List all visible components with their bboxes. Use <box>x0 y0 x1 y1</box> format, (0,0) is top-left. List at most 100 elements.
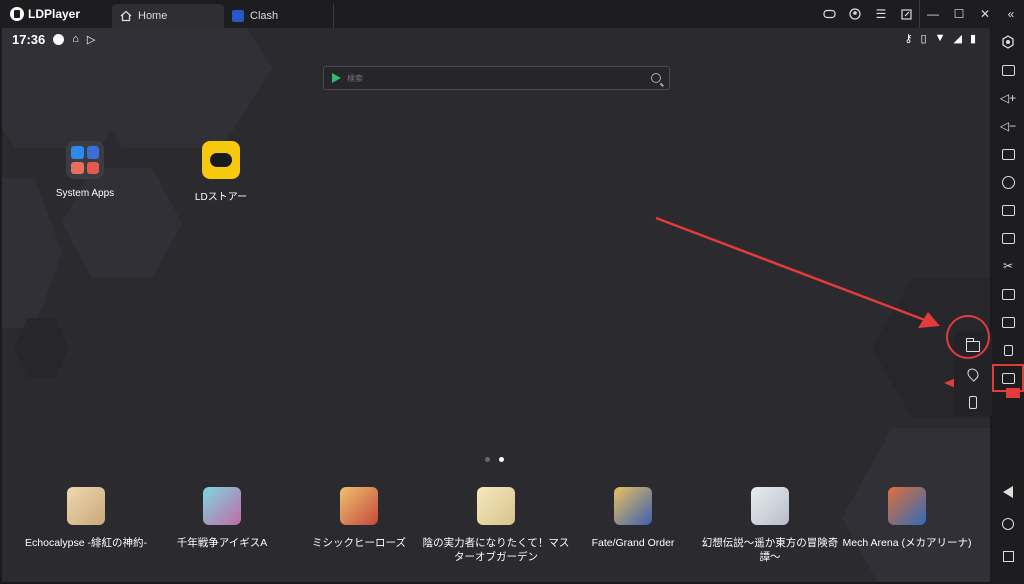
status-bar: 17:36 ⌂ ▷ ⚷ ▯ ▼ ◢ ▮ <box>2 28 990 50</box>
app-name: LDPlayer <box>28 7 81 21</box>
browser-mini-icon <box>86 146 99 159</box>
battery-icon: ▮ <box>969 33 976 45</box>
volume-down-icon: ◁− <box>999 119 1017 133</box>
scissors-button[interactable]: ✂ <box>992 252 1024 280</box>
minimize-icon[interactable]: — <box>920 0 946 28</box>
tab-label: Home <box>138 10 168 22</box>
app-icon <box>888 487 926 525</box>
tab-clash[interactable]: Clash <box>224 4 334 28</box>
dock-app-eminence-in-shadow[interactable]: 陰の実力者になりたくて！マスターオブガーデン <box>421 487 571 564</box>
dock-app-mythic-heroes[interactable]: ミシックヒーローズ <box>284 487 434 550</box>
volume-down-button[interactable]: ◁− <box>992 112 1024 140</box>
app-icon <box>203 487 241 525</box>
volume-up-button[interactable]: ◁+ <box>992 84 1024 112</box>
gamepad-icon[interactable] <box>816 0 842 28</box>
ld-store-icon <box>202 141 240 179</box>
more-icon <box>1001 372 1015 384</box>
recents-icon <box>1002 550 1014 562</box>
page-dot-active[interactable] <box>499 457 504 462</box>
menu-icon[interactable]: ☰ <box>868 0 894 28</box>
annotation-circle <box>946 315 990 359</box>
app-logo: LDPlayer <box>0 7 112 21</box>
desktop-app-system-apps[interactable]: System Apps <box>40 141 130 199</box>
key-icon: ⚷ <box>904 33 913 45</box>
recents-button[interactable] <box>992 542 1024 570</box>
tab-home[interactable]: Home <box>112 4 224 28</box>
vibrate-icon: ▯ <box>920 33 927 45</box>
volume-up-icon: ◁+ <box>999 91 1017 105</box>
dock-app-echocalypse[interactable]: Echocalypse -緋紅の神約- <box>11 487 161 550</box>
scissors-icon: ✂ <box>1002 259 1014 273</box>
dot-icon <box>53 33 65 45</box>
app-icon <box>340 487 378 525</box>
double-chevron-left-icon[interactable]: « <box>998 0 1024 28</box>
back-button[interactable] <box>992 478 1024 506</box>
ldplayer-window: LDPlayer Home Clash ☰ — ☐ ✕ « 17:36 ⌂ ▷ … <box>0 0 1024 584</box>
location-item[interactable] <box>954 360 992 388</box>
home-button[interactable] <box>992 506 1024 542</box>
app-icon <box>477 487 515 525</box>
location-icon <box>965 366 981 382</box>
app-icon <box>614 487 652 525</box>
gallery-mini-icon <box>71 161 84 174</box>
app-label: 陰の実力者になりたくて！マスターオブガーデン <box>422 537 570 563</box>
desktop-app-ld-store[interactable]: LDストアー <box>176 141 266 203</box>
page-dot[interactable] <box>485 457 490 462</box>
clash-app-icon <box>232 10 244 22</box>
auto-button[interactable] <box>992 168 1024 196</box>
status-time: 17:36 <box>12 31 46 47</box>
google-play-icon <box>332 73 341 83</box>
settings-icon <box>1002 35 1014 49</box>
clean-icon: ⌂ <box>72 33 79 45</box>
android-screen: 17:36 ⌂ ▷ ⚷ ▯ ▼ ◢ ▮ 検索 System Apps LDストア… <box>2 28 990 582</box>
app-label: LDストアー <box>194 192 248 203</box>
gamepad-icon <box>210 153 232 167</box>
add-app-button[interactable] <box>992 196 1024 224</box>
dock-app-genso-densetsu[interactable]: 幻想伝説〜遥か東方の冒険奇譚〜 <box>695 487 845 564</box>
app-label: 幻想伝説〜遥か東方の冒険奇譚〜 <box>701 537 839 563</box>
screenshot-button[interactable] <box>992 140 1024 168</box>
video-button[interactable] <box>992 280 1024 308</box>
back-icon <box>1003 486 1013 498</box>
title-bar: LDPlayer Home Clash ☰ — ☐ ✕ « <box>0 0 1024 28</box>
signal-icon: ◢ <box>953 33 962 45</box>
system-apps-folder-icon <box>66 141 104 179</box>
sync-icon <box>1001 316 1015 328</box>
shake-button[interactable] <box>992 336 1024 364</box>
play-store-icon: ▷ <box>86 33 96 46</box>
settings-button[interactable] <box>992 28 1024 56</box>
apk-icon <box>1001 232 1015 244</box>
sync-button[interactable] <box>992 308 1024 336</box>
apk-button[interactable] <box>992 224 1024 252</box>
app-icon <box>751 487 789 525</box>
search-input[interactable] <box>347 73 651 83</box>
maximize-icon[interactable]: ☐ <box>946 0 972 28</box>
window-controls: ☰ — ☐ ✕ « <box>816 0 1024 28</box>
ldplayer-logo-icon <box>10 7 24 21</box>
house-icon <box>120 10 132 22</box>
app-label: 千年戦争アイギスA <box>176 537 268 549</box>
annotation-flag <box>1006 388 1020 398</box>
restore-icon[interactable] <box>894 0 920 28</box>
account-icon[interactable] <box>842 0 868 28</box>
shake-icon <box>969 395 977 409</box>
right-toolbar: ◁+ ◁− ✂ <box>992 28 1024 584</box>
camera-mini-icon <box>86 161 99 174</box>
background-hexagon <box>2 178 62 328</box>
app-label: Echocalypse -緋紅の神約- <box>25 537 147 549</box>
auto-icon <box>1001 175 1015 189</box>
app-label: Fate/Grand Order <box>591 537 675 549</box>
shake-item[interactable] <box>954 388 992 416</box>
keyboard-button[interactable] <box>992 56 1024 84</box>
app-label: Mech Arena (メカアリーナ) <box>842 537 972 549</box>
search-icon[interactable] <box>651 73 661 83</box>
dock-app-aigis[interactable]: 千年戦争アイギスA <box>147 487 297 550</box>
dock-app-fate-grand-order[interactable]: Fate/Grand Order <box>558 487 708 550</box>
settings-mini-icon <box>71 146 84 159</box>
close-icon[interactable]: ✕ <box>972 0 998 28</box>
search-bar[interactable] <box>323 66 670 90</box>
app-label: System Apps <box>55 188 115 199</box>
dock-app-mech-arena[interactable]: Mech Arena (メカアリーナ) <box>832 487 982 550</box>
video-icon <box>1001 288 1015 300</box>
shake-icon <box>1003 344 1013 356</box>
